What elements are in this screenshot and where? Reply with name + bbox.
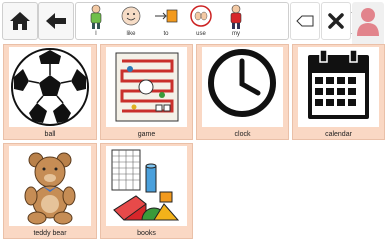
backspace-button[interactable] [290,2,320,40]
smiling-face-icon [121,6,141,26]
strip-word-like[interactable]: like [114,4,148,38]
user-avatar-icon [357,8,379,36]
tile-game[interactable]: game [100,44,193,140]
tile-label: books [137,230,156,237]
strip-word-label: my [232,31,240,37]
tile-label: teddy bear [33,230,67,237]
home-icon [10,12,30,30]
strip-word-my[interactable]: my [219,4,253,38]
tile-clock[interactable]: clock [196,44,289,140]
calendar-icon [308,49,369,119]
close-icon [328,13,344,29]
tile-label: clock [234,131,251,138]
clock-icon [208,49,276,117]
home-button[interactable] [2,2,38,40]
sentence-strip[interactable]: I like to use my [75,2,361,40]
strip-word-label: use [196,31,206,37]
person-my-icon [230,4,242,29]
strip-word-label: I [95,31,97,37]
board-game-icon [115,52,179,122]
strip-word-i[interactable]: I [79,4,113,38]
books-icon [111,149,180,221]
strip-word-to[interactable]: to [149,4,183,38]
strip-word-label: like [126,31,136,37]
strip-word-label: to [163,31,169,37]
hands-using-icon [190,5,212,27]
strip-word-use[interactable]: use [184,4,218,38]
top-toolbar: I like to use my [0,0,386,52]
tile-calendar[interactable]: calendar [292,44,385,140]
tile-books[interactable]: books [100,143,193,239]
tile-teddy-bear[interactable]: teddy bear [3,143,97,239]
teddy-bear-icon [24,152,76,225]
back-button[interactable] [38,2,74,40]
arrow-to-box-icon [155,9,178,23]
tile-label: game [137,131,156,138]
tile-label: ball [44,131,56,138]
tile-ball[interactable]: ball [3,44,97,140]
person-pointing-self-icon [90,4,102,29]
backspace-icon [296,15,314,27]
clear-button[interactable] [321,2,351,40]
soccer-ball-icon [11,48,89,126]
tile-label: calendar [325,131,352,138]
arrow-left-icon [46,13,66,29]
